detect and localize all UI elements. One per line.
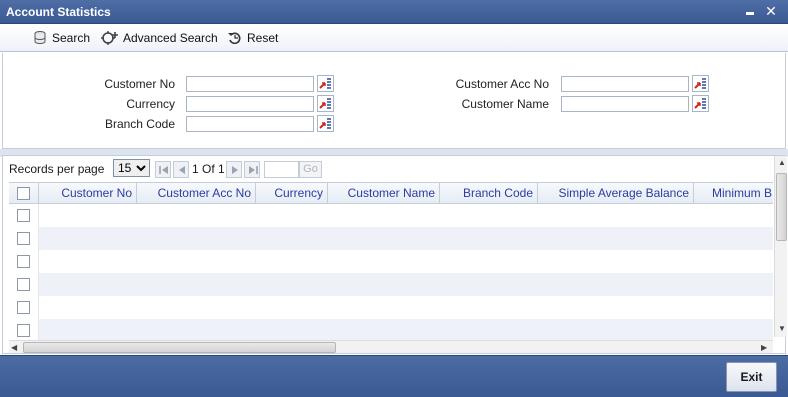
scroll-right-icon[interactable]: ▶	[761, 341, 767, 354]
exit-button[interactable]: Exit	[726, 362, 777, 392]
close-button[interactable]: ✕	[763, 3, 779, 19]
row-checkbox-cell	[9, 204, 39, 227]
reset-button[interactable]: Reset	[227, 29, 278, 47]
column-header-customer-no[interactable]: Customer No	[39, 183, 137, 203]
table-row[interactable]	[9, 250, 773, 273]
search-icon	[34, 31, 46, 45]
next-page-icon	[232, 166, 238, 174]
branch-code-input[interactable]	[186, 116, 314, 132]
row-checkbox-cell	[9, 273, 39, 296]
row-checkbox[interactable]	[17, 209, 30, 222]
row-checkbox[interactable]	[17, 232, 30, 245]
reset-label: Reset	[247, 31, 279, 45]
table-header: Customer No Customer Acc No Currency Cus…	[9, 182, 773, 204]
next-page-button[interactable]	[226, 161, 242, 178]
window-title: Account Statistics	[6, 5, 111, 19]
currency-input[interactable]	[186, 96, 314, 112]
row-checkbox-cell	[9, 319, 39, 342]
customer-acc-no-label: Customer Acc No	[455, 77, 549, 91]
scroll-down-icon[interactable]: ▼	[778, 322, 786, 335]
row-checkbox[interactable]	[17, 255, 30, 268]
table-row[interactable]	[9, 204, 773, 227]
table-row[interactable]	[9, 319, 773, 342]
go-button[interactable]: Go	[299, 161, 322, 178]
branch-code-label: Branch Code	[104, 117, 175, 131]
customer-name-label: Customer Name	[461, 97, 549, 111]
customer-no-lov-button[interactable]	[317, 75, 334, 92]
currency-label: Currency	[126, 97, 175, 111]
column-header-customer-name[interactable]: Customer Name	[328, 183, 440, 203]
page-info: 1 Of 1	[192, 162, 225, 176]
row-data	[39, 227, 773, 250]
table-row[interactable]	[9, 273, 773, 296]
row-data	[39, 250, 773, 273]
toolbar: Search Advanced Search Reset	[0, 24, 788, 52]
column-header-simple-average-balance[interactable]: Simple Average Balance	[538, 183, 694, 203]
customer-no-label: Customer No	[104, 77, 175, 91]
lov-icon	[319, 118, 331, 129]
close-icon: ✕	[765, 3, 777, 19]
minimize-icon	[746, 12, 754, 15]
row-checkbox-cell	[9, 250, 39, 273]
row-checkbox-cell	[9, 227, 39, 250]
last-page-icon	[249, 166, 258, 174]
table-row[interactable]	[9, 296, 773, 319]
row-data	[39, 273, 773, 296]
row-checkbox[interactable]	[17, 301, 30, 314]
scroll-up-icon[interactable]: ▲	[778, 156, 786, 169]
first-page-button[interactable]	[155, 161, 171, 178]
column-header-currency[interactable]: Currency	[256, 183, 328, 203]
customer-acc-no-input[interactable]	[561, 76, 689, 92]
currency-lov-button[interactable]	[317, 95, 334, 112]
customer-acc-no-lov-button[interactable]	[692, 75, 709, 92]
branch-code-lov-button[interactable]	[317, 115, 334, 132]
advanced-search-icon	[101, 31, 118, 45]
first-page-icon	[159, 166, 168, 174]
prev-page-button[interactable]	[173, 161, 189, 178]
lov-icon	[319, 78, 331, 89]
row-checkbox[interactable]	[17, 324, 30, 337]
table-body	[9, 204, 773, 342]
lov-icon	[694, 78, 706, 89]
row-data	[39, 296, 773, 319]
pager: Records per page 15 1 Of 1 Go	[3, 156, 785, 182]
customer-name-input[interactable]	[561, 96, 689, 112]
row-checkbox-cell	[9, 296, 39, 319]
column-header-minimum-balance[interactable]: Minimum B	[694, 183, 773, 203]
reset-icon	[228, 32, 241, 45]
horizontal-scroll-thumb[interactable]	[23, 342, 336, 353]
column-header-customer-acc-no[interactable]: Customer Acc No	[137, 183, 256, 203]
vertical-scrollbar[interactable]: ▲ ▼	[774, 156, 787, 337]
lov-icon	[694, 98, 706, 109]
row-data	[39, 319, 773, 342]
vertical-scroll-thumb[interactable]	[776, 173, 787, 241]
search-form: Customer No Currency Branch Code Custome…	[2, 53, 786, 149]
go-to-page-input[interactable]	[264, 161, 299, 178]
search-label: Search	[52, 31, 91, 45]
customer-name-lov-button[interactable]	[692, 95, 709, 112]
row-checkbox[interactable]	[17, 278, 30, 291]
last-page-button[interactable]	[244, 161, 260, 178]
table-row[interactable]	[9, 227, 773, 250]
advanced-search-button[interactable]: Advanced Search	[101, 29, 218, 47]
row-data	[39, 204, 773, 227]
records-per-page-label: Records per page	[9, 162, 105, 176]
scroll-left-icon[interactable]: ◀	[11, 341, 17, 354]
select-all-cell	[9, 183, 39, 203]
search-button[interactable]: Search	[32, 29, 90, 47]
title-bar: Account Statistics ✕	[0, 0, 788, 24]
horizontal-scrollbar[interactable]: ◀ ▶	[9, 340, 773, 353]
lov-icon	[319, 98, 331, 109]
footer: Exit	[0, 355, 788, 397]
results-grid: Records per page 15 1 Of 1 Go Customer N…	[2, 155, 787, 354]
prev-page-icon	[179, 166, 185, 174]
select-all-checkbox[interactable]	[17, 187, 30, 200]
customer-no-input[interactable]	[186, 76, 314, 92]
records-per-page-select[interactable]: 15	[113, 159, 150, 177]
column-header-branch-code[interactable]: Branch Code	[440, 183, 538, 203]
advanced-search-label: Advanced Search	[123, 31, 218, 45]
minimize-button[interactable]	[742, 3, 758, 19]
